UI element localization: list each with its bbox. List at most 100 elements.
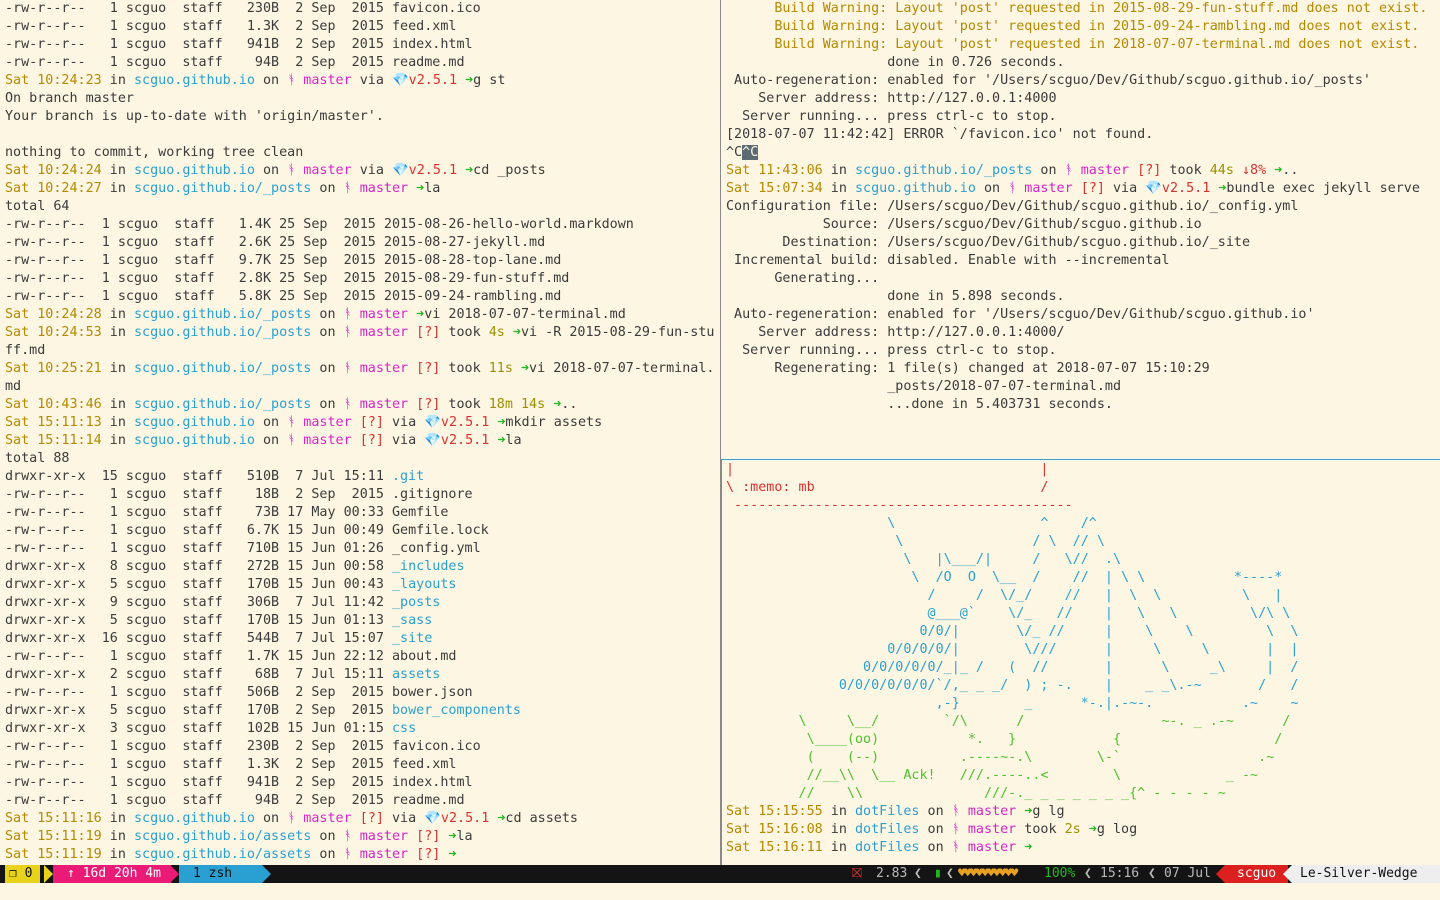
terminal-text: total 64	[5, 199, 70, 214]
terminal-text: ᚬ master	[343, 397, 409, 412]
terminal-text: Sat 15:11:14	[5, 433, 102, 448]
terminal-text: [?]	[351, 811, 384, 826]
terminal-text: on	[311, 829, 344, 844]
terminal-pane-left[interactable]: -rw-r--r-- 1 scguo staff 230B 2 Sep 2015…	[0, 0, 720, 865]
terminal-text: [?]	[1072, 181, 1105, 196]
terminal-text: via	[351, 73, 392, 88]
terminal-line: -rw-r--r-- 1 scguo staff 941B 2 Sep 2015…	[0, 36, 720, 54]
terminal-text: ᚬ master	[287, 811, 352, 826]
terminal-text: on	[311, 397, 344, 412]
terminal-text: bundle exec jekyll serve	[1226, 181, 1420, 196]
terminal-text: on	[919, 840, 952, 855]
terminal-text: vi 2018-07-07-terminal.md	[424, 307, 626, 322]
terminal-text: drwxr-xr-x 5 scguo staff 170B 2 Sep 2015	[5, 703, 392, 718]
powerline-separator	[1283, 865, 1292, 883]
terminal-text: in	[101, 811, 134, 826]
window-tab-zsh[interactable]: 1 zsh	[179, 865, 263, 883]
terminal-text: vi 2018-07-07-terminal.	[529, 361, 715, 376]
terminal-text: g log	[1096, 822, 1138, 837]
terminal-text: \ :memo: mb /	[726, 480, 1049, 495]
terminal-line: Sat 15:16:08 in dotFiles on ᚬ master too…	[722, 821, 1440, 839]
terminal-text: ᚬ master	[287, 73, 352, 88]
terminal-text: 4s	[488, 325, 505, 340]
terminal-text: ➜	[1210, 181, 1227, 196]
terminal-text: -rw-r--r-- 1 scguo staff 1.7K 15 Jun 22:…	[5, 649, 457, 664]
terminal-text: scguo.github.io/assets	[134, 829, 312, 844]
terminal-text: done in 0.726 seconds.	[726, 55, 1065, 70]
terminal-text: ᚬ master	[1064, 163, 1130, 178]
terminal-text: Auto-regeneration: enabled for '/Users/s…	[726, 307, 1315, 322]
terminal-text: [?]	[351, 433, 384, 448]
terminal-text: \ ^ /^	[726, 516, 1097, 531]
terminal-text: Generating...	[726, 271, 880, 286]
terminal-text: scguo.github.io	[134, 415, 255, 430]
terminal-text: on	[254, 811, 288, 826]
terminal-text: cd assets	[505, 811, 578, 826]
terminal-line: -rw-r--r-- 1 scguo staff 73B 17 May 00:3…	[0, 504, 720, 522]
terminal-line: Build Warning: Layout 'post' requested i…	[722, 36, 1440, 54]
terminal-line: drwxr-xr-x 5 scguo staff 170B 15 Jun 00:…	[0, 576, 720, 594]
terminal-text: [?]	[408, 829, 441, 844]
terminal-line: Server running... press ctrl-c to stop.	[722, 342, 1440, 360]
terminal-text: ᚬ master	[1008, 181, 1073, 196]
terminal-line: drwxr-xr-x 16 scguo staff 544B 7 Jul 15:…	[0, 630, 720, 648]
terminal-text: -rw-r--r-- 1 scguo staff 94B 2 Sep 2015 …	[5, 793, 465, 808]
terminal-line: -rw-r--r-- 1 scguo staff 506B 2 Sep 2015…	[0, 684, 720, 702]
session-indicator[interactable]: ❐ 0	[5, 865, 41, 883]
terminal-text: ➜	[512, 361, 530, 376]
terminal-pane-bottom-right[interactable]: | | \ :memo: mb / -----------------------…	[722, 461, 1440, 865]
terminal-text: ➜	[489, 433, 506, 448]
terminal-line: ,-} _ *-.|.-~-. .~ ~	[722, 695, 1440, 713]
clock: 15:16	[1100, 866, 1140, 881]
terminal-line: On branch master	[0, 90, 720, 108]
terminal-text: ..	[1282, 163, 1299, 178]
terminal-text: drwxr-xr-x 15 scguo staff 510B 7 Jul 15:…	[5, 469, 392, 484]
terminal-text: drwxr-xr-x 8 scguo staff 272B 15 Jun 00:…	[5, 559, 392, 574]
terminal-pane-top-right[interactable]: Build Warning: Layout 'post' requested i…	[722, 0, 1440, 459]
terminal-text: Sat 10:24:23	[5, 73, 102, 88]
terminal-line: -rw-r--r-- 1 scguo staff 230B 2 Sep 2015…	[0, 738, 720, 756]
terminal-line: Regenerating: 1 file(s) changed at 2018-…	[722, 360, 1440, 378]
terminal-output-bottom-right: | | \ :memo: mb / -----------------------…	[722, 461, 1440, 857]
terminal-text: via	[351, 163, 392, 178]
terminal-text: in	[101, 73, 134, 88]
terminal-output-left: -rw-r--r-- 1 scguo staff 230B 2 Sep 2015…	[0, 0, 720, 864]
terminal-line: Sat 15:15:55 in dotFiles on ᚬ master ➜g …	[722, 803, 1440, 821]
terminal-text: Sat 11:43:06	[726, 163, 823, 178]
terminal-line: Sat 15:16:11 in dotFiles on ᚬ master ➜	[722, 839, 1440, 857]
terminal-text: ᚬ master	[343, 361, 409, 376]
terminal-text: _posts/2018-07-07-terminal.md	[726, 379, 1122, 394]
chevron-left-icon: ❮	[1084, 866, 1092, 881]
terminal-line: //__\\ \__ Ack! ///.----..< \ _ -~	[722, 767, 1440, 785]
terminal-text: -rw-r--r-- 1 scguo staff 1.3K 2 Sep 2015…	[5, 19, 457, 34]
terminal-text: Incremental build: disabled. Enable with…	[726, 253, 1170, 268]
terminal-line: Auto-regeneration: enabled for '/Users/s…	[722, 306, 1440, 324]
terminal-text: cd _posts	[473, 163, 546, 178]
terminal-text: Destination: /Users/scguo/Dev/Github/scg…	[726, 235, 1251, 250]
terminal-text: on	[311, 181, 344, 196]
terminal-text: via	[383, 811, 425, 826]
terminal-line: Generating...	[722, 270, 1440, 288]
pane-divider-horizontal[interactable]	[722, 459, 1440, 460]
terminal-text: took	[1016, 822, 1065, 837]
terminal-line: [2018-07-07 11:42:42] ERROR `/favicon.ic…	[722, 126, 1440, 144]
terminal-text: Server address: http://127.0.0.1:4000/	[726, 325, 1065, 340]
terminal-text: in	[822, 804, 855, 819]
terminal-text: Build Warning: Layout 'post' requested i…	[726, 37, 1420, 52]
terminal-text: Source: /Users/scguo/Dev/Github/scguo.gi…	[726, 217, 1202, 232]
terminal-line: ^C^C	[722, 144, 1440, 162]
terminal-text: in	[101, 397, 134, 412]
terminal-text: -rw-r--r-- 1 scguo staff 941B 2 Sep 2015…	[5, 775, 473, 790]
terminal-text: ➜	[489, 415, 506, 430]
terminal-text: Sat 15:15:55	[726, 804, 823, 819]
terminal-text: @___@` \/_ // | \ \ \/\ \	[726, 606, 1291, 621]
date: 07 Jul	[1164, 866, 1211, 881]
terminal-text: in	[822, 822, 855, 837]
terminal-text: scguo.github.io/_posts	[134, 181, 312, 196]
terminal-text: ,-} _ *-.|.-~-. .~ ~	[726, 696, 1299, 711]
terminal-line: Server running... press ctrl-c to stop.	[722, 108, 1440, 126]
terminal-text: nothing to commit, working tree clean	[5, 145, 304, 160]
terminal-text: 0/0/0/0/0/_|_ / ( // | \ _\ | /	[726, 660, 1299, 675]
terminal-line: Sat 10:24:28 in scguo.github.io/_posts o…	[0, 306, 720, 324]
terminal-text: in	[822, 840, 855, 855]
